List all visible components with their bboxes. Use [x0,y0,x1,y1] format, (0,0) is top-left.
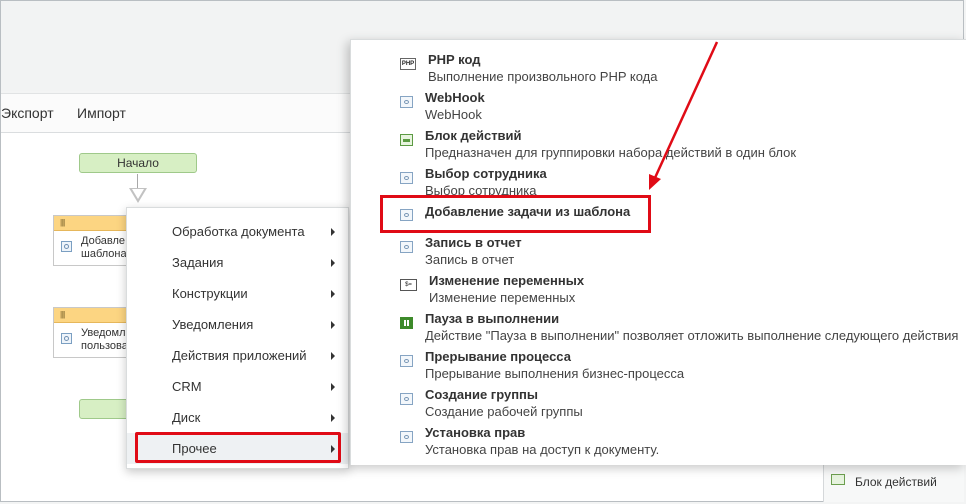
menu-item-label: Уведомления [172,317,254,332]
menu-item-constructs[interactable]: Конструкции [127,278,348,309]
highlight-box-activity [380,195,651,233]
activity-change-variables[interactable]: $= Изменение переменных Изменение переме… [351,273,966,311]
activity-description: Выполнение произвольного PHP кода [428,69,658,84]
variables-icon: $= [400,279,417,291]
insert-point-arrow-inner [132,189,144,199]
activity-write-report[interactable]: Запись в отчет Запись в отчет [351,235,966,273]
activity-create-group[interactable]: Создание группы Создание рабочей группы [351,387,966,425]
activity-icon [400,96,413,108]
activity-title: Создание группы [425,387,539,402]
activity-category-menu: Обработка документа Задания Конструкции … [126,207,349,469]
activity-action-block[interactable]: Блок действий Предназначен для группиров… [351,128,966,166]
highlight-box-menu [135,432,341,463]
activity-icon [400,431,413,443]
pause-icon [400,317,413,329]
grip-icon: |||| [60,218,65,227]
chevron-right-icon [331,352,335,360]
start-node[interactable]: Начало [79,153,197,173]
export-button[interactable]: Экспорт [1,105,54,121]
activity-submenu: PHP PHP код Выполнение произвольного PHP… [350,39,966,465]
menu-item-label: CRM [172,379,202,394]
menu-item-app-actions[interactable]: Действия приложений [127,340,348,371]
activity-php-code[interactable]: PHP PHP код Выполнение произвольного PHP… [351,52,966,90]
activity-title: Прерывание процесса [425,349,571,364]
activity-icon [61,241,72,252]
chevron-right-icon [331,228,335,236]
menu-item-label: Задания [172,255,224,270]
activity-title: PHP код [428,52,481,67]
activity-title: Запись в отчет [425,235,522,250]
chevron-right-icon [331,321,335,329]
menu-item-tasks[interactable]: Задания [127,247,348,278]
menu-item-disk[interactable]: Диск [127,402,348,433]
php-icon: PHP [400,58,416,70]
block-label: Добавле шаблона [81,235,127,260]
menu-item-notifications[interactable]: Уведомления [127,309,348,340]
activity-title: Установка прав [425,425,526,440]
action-block-icon [831,474,845,485]
activity-pause[interactable]: Пауза в выполнении Действие "Пауза в вып… [351,311,966,349]
activity-description: Установка прав на доступ к документу. [425,442,660,457]
menu-item-label: Обработка документа [172,224,305,239]
menu-item-label: Конструкции [172,286,248,301]
import-button[interactable]: Импорт [77,105,126,121]
activity-title: Изменение переменных [429,273,585,288]
selected-block-label: Блок действий [855,475,937,489]
activity-icon [400,355,413,367]
menu-item-label: Действия приложений [172,348,307,363]
activity-description: Создание рабочей группы [425,404,583,419]
action-block-icon [400,134,413,146]
selected-block-info[interactable]: Блок действий [823,465,964,502]
activity-description: Прерывание выполнения бизнес-процесса [425,366,685,381]
menu-item-crm[interactable]: CRM [127,371,348,402]
activity-title: Пауза в выполнении [425,311,560,326]
menu-item-label: Диск [172,410,201,425]
connector-line [137,174,138,188]
activity-title: Выбор сотрудника [425,166,547,181]
chevron-right-icon [331,290,335,298]
activity-icon [400,241,413,253]
activity-description: WebHook [425,107,482,122]
activity-webhook[interactable]: WebHook WebHook [351,90,966,128]
notification-icon [61,333,72,344]
activity-description: Предназначен для группировки набора дейс… [425,145,797,160]
chevron-right-icon [331,383,335,391]
activity-description: Изменение переменных [429,290,576,305]
activity-description: Действие "Пауза в выполнении" позволяет … [425,328,959,343]
activity-description: Запись в отчет [425,252,515,267]
activity-icon [400,393,413,405]
chevron-right-icon [331,259,335,267]
activity-icon [400,172,413,184]
block-label: Уведомл пользова [81,327,128,352]
activity-title: Блок действий [425,128,522,143]
activity-title: WebHook [425,90,485,105]
activity-set-permissions[interactable]: Установка прав Установка прав на доступ … [351,425,966,463]
menu-item-document-processing[interactable]: Обработка документа [127,216,348,247]
activity-terminate-process[interactable]: Прерывание процесса Прерывание выполнени… [351,349,966,387]
chevron-right-icon [331,414,335,422]
end-node[interactable] [79,399,129,419]
grip-icon: |||| [60,310,65,319]
